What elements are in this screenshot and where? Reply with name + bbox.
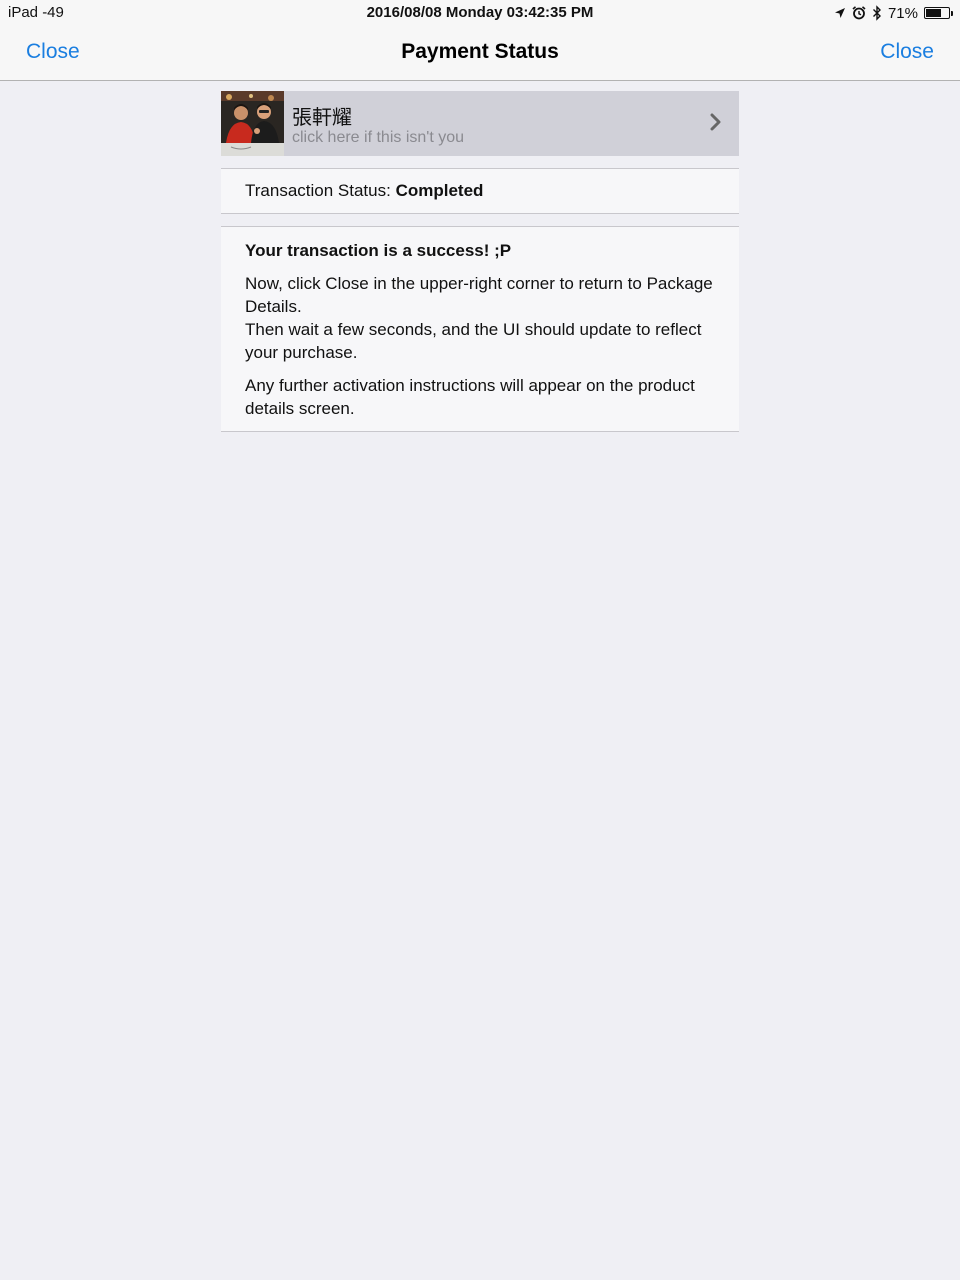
close-button-right[interactable]: Close [880,40,934,64]
page-title: Payment Status [401,40,559,63]
transaction-status-row: Transaction Status: Completed [221,168,739,214]
navigation-bar: Close Payment Status Close [0,26,960,81]
battery-percent: 71% [887,4,918,22]
message-line-3: Any further activation instructions will… [245,376,695,418]
user-account-row[interactable]: 張軒耀 click here if this isn't you [221,91,739,156]
message-heading: Your transaction is a success! ;P [245,241,512,260]
transaction-status-value: Completed [395,181,484,200]
status-icons: 71% [834,3,953,23]
battery-icon [924,7,953,19]
message-line-2: Then wait a few seconds, and the UI shou… [245,320,702,362]
status-bar: iPad -49 2016/08/08 Monday 03:42:35 PM 7… [0,0,960,26]
status-datetime: 2016/08/08 Monday 03:42:35 PM [366,4,594,21]
chevron-right-icon [709,113,721,136]
avatar [221,91,284,156]
main-content: 張軒耀 click here if this isn't you Transac… [221,91,739,432]
switch-user-hint: click here if this isn't you [292,129,465,146]
location-arrow-icon [834,7,846,19]
message-line-1: Now, click Close in the upper-right corn… [245,274,713,316]
alarm-clock-icon [852,6,866,20]
battery-level-fill [926,9,942,17]
user-name: 張軒耀 [292,107,352,129]
transaction-status-label: Transaction Status: [245,181,391,200]
bluetooth-icon [872,5,882,21]
success-message: Your transaction is a success! ;P Now, c… [221,226,739,432]
